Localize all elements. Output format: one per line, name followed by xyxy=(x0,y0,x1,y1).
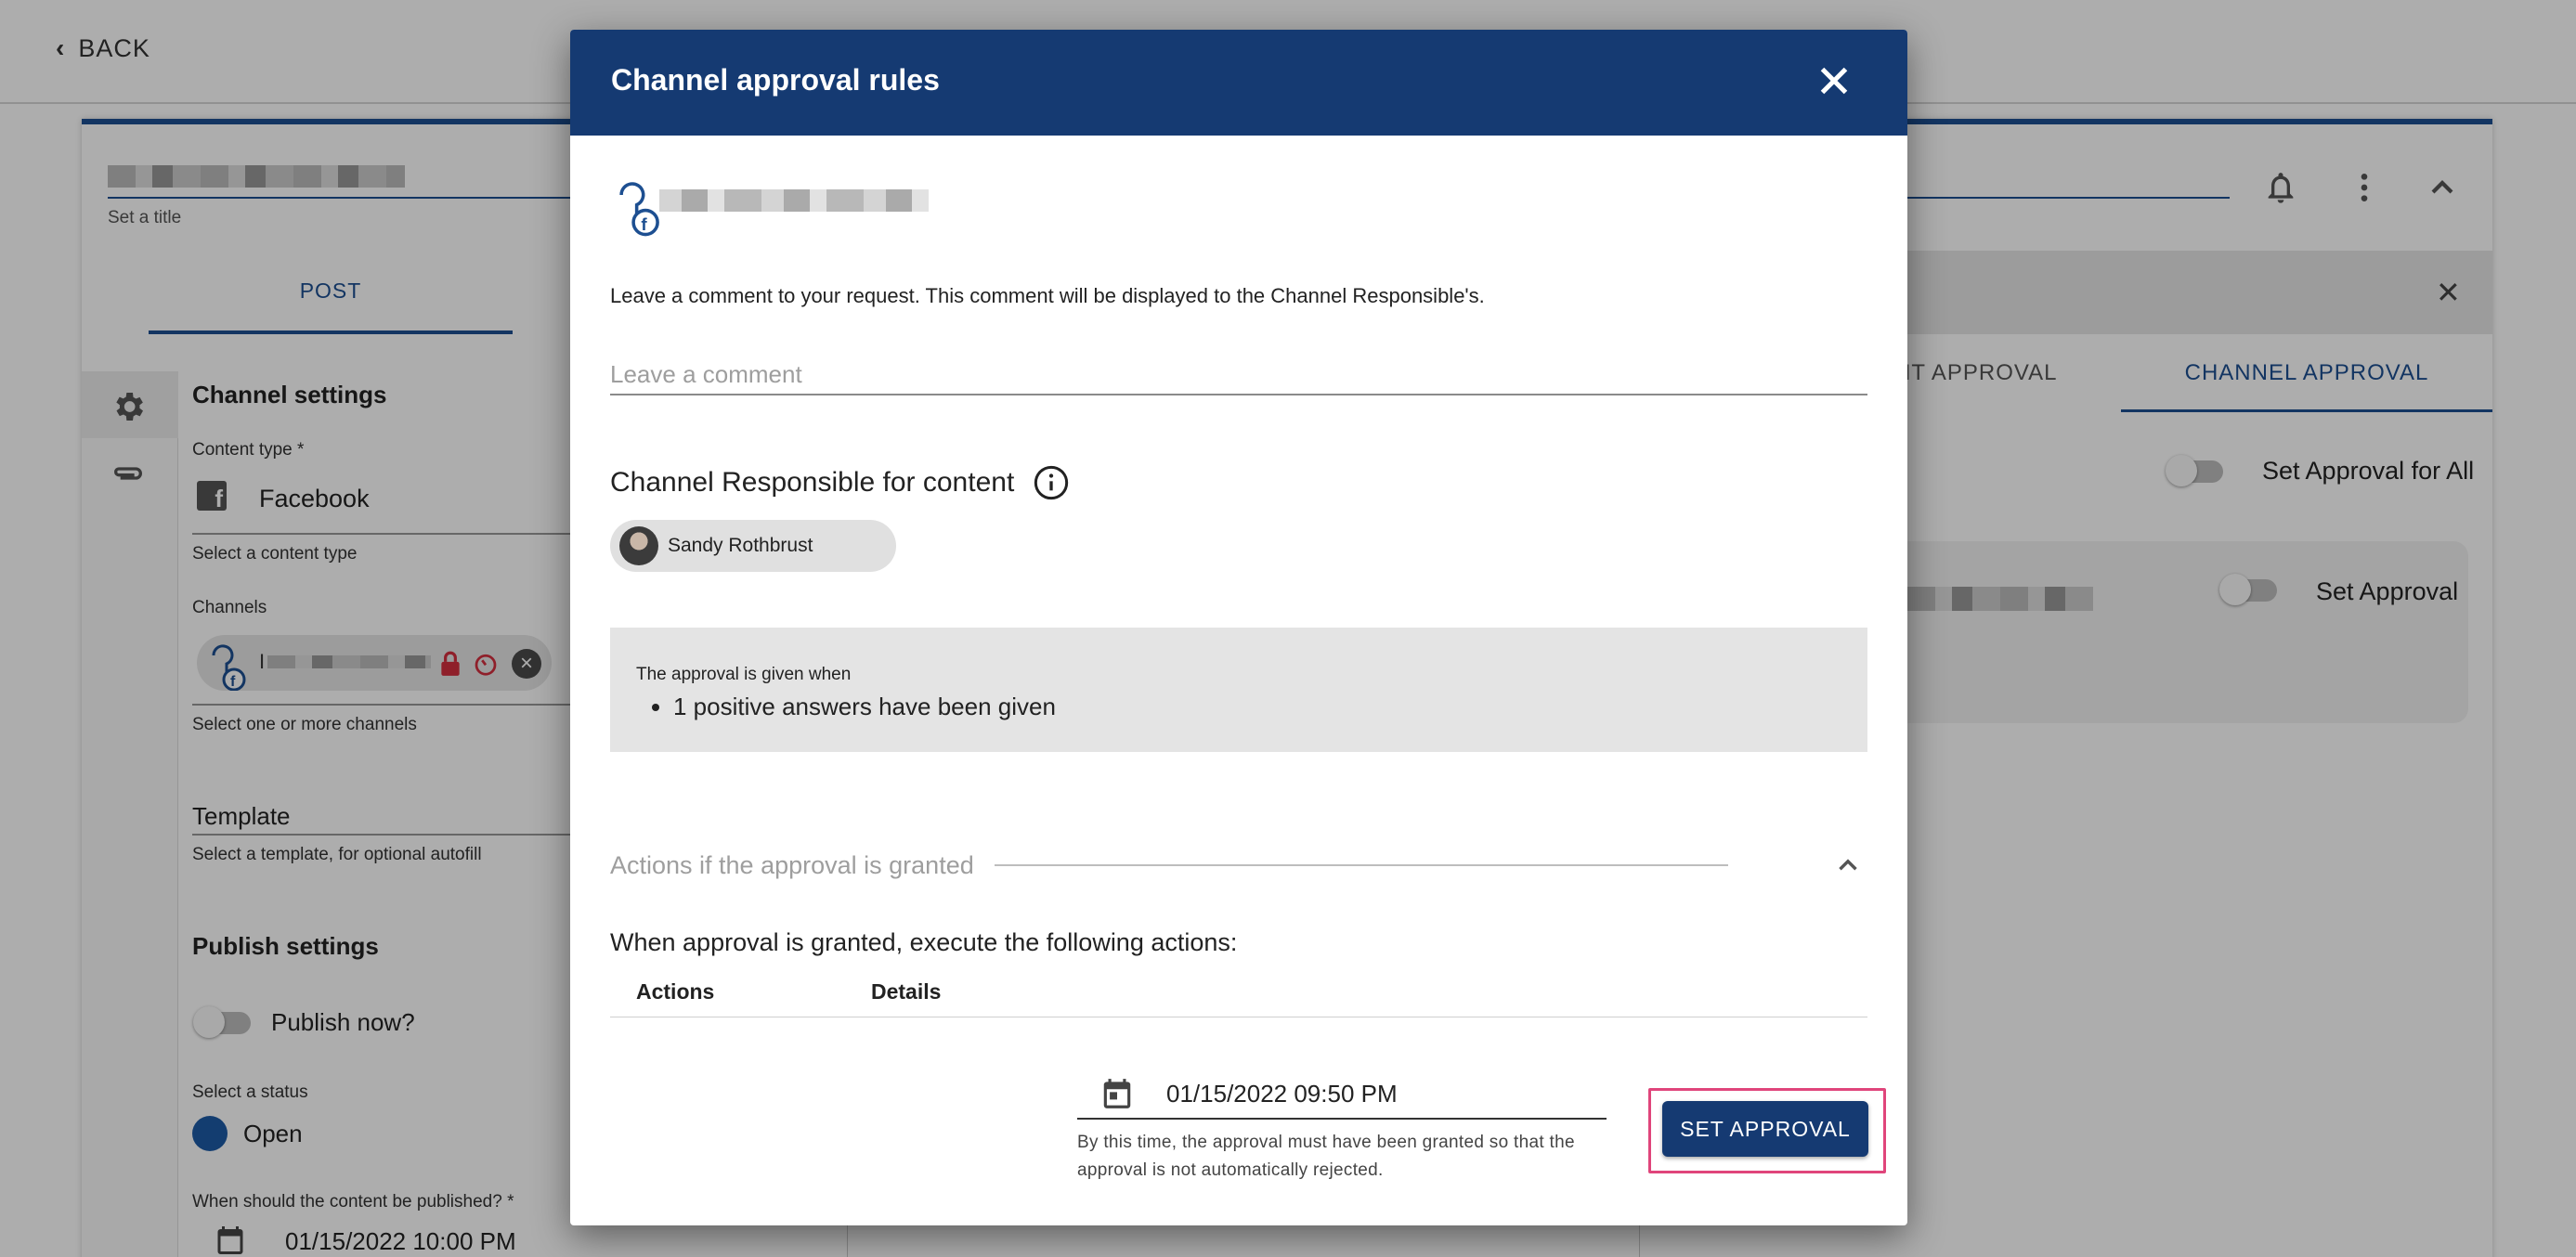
actions-table-header: Actions Details xyxy=(610,967,1867,1017)
dialog-title: Channel approval rules xyxy=(611,63,940,97)
responsible-title: Channel Responsible for content xyxy=(610,467,1015,498)
channel-name-blurred xyxy=(659,189,929,212)
column-details: Details xyxy=(871,979,942,1004)
actions-section-label: Actions if the approval is granted xyxy=(610,850,974,879)
close-dialog-button[interactable] xyxy=(1811,58,1857,104)
actions-section-header[interactable]: Actions if the approval is granted xyxy=(610,843,1867,888)
info-icon[interactable] xyxy=(1033,464,1070,501)
responsible-chip[interactable]: Sandy Rothbrust xyxy=(610,520,896,572)
rule-label: The approval is given when xyxy=(636,665,852,684)
close-icon xyxy=(1820,67,1848,95)
rule-item: 1 positive answers have been given xyxy=(673,693,1867,721)
responsible-name: Sandy Rothbrust xyxy=(668,535,813,556)
calendar-icon[interactable] xyxy=(1099,1076,1135,1111)
channel-facebook-icon: f xyxy=(615,176,663,238)
channel-approval-dialog: Channel approval rules f Leave a comment… xyxy=(570,30,1907,1225)
chevron-up-icon[interactable] xyxy=(1832,849,1864,881)
deadline-value: 01/15/2022 09:50 PM xyxy=(1166,1079,1398,1108)
comment-input[interactable]: Leave a comment xyxy=(610,349,1867,395)
deadline-hint: By this time, the approval must have bee… xyxy=(1077,1133,1575,1180)
column-actions: Actions xyxy=(636,979,715,1004)
responsible-section: Channel Responsible for content xyxy=(610,464,1070,501)
comment-instruction: Leave a comment to your request. This co… xyxy=(610,284,1485,307)
divider xyxy=(994,864,1728,866)
set-approval-button[interactable]: SET APPROVAL xyxy=(1662,1101,1868,1157)
avatar xyxy=(619,526,658,565)
deadline-field[interactable]: 01/15/2022 09:50 PM xyxy=(1077,1069,1607,1120)
approval-rule-box: The approval is given when 1 positive an… xyxy=(610,628,1867,752)
actions-intro: When approval is granted, execute the fo… xyxy=(610,928,1238,956)
svg-text:f: f xyxy=(641,215,647,235)
